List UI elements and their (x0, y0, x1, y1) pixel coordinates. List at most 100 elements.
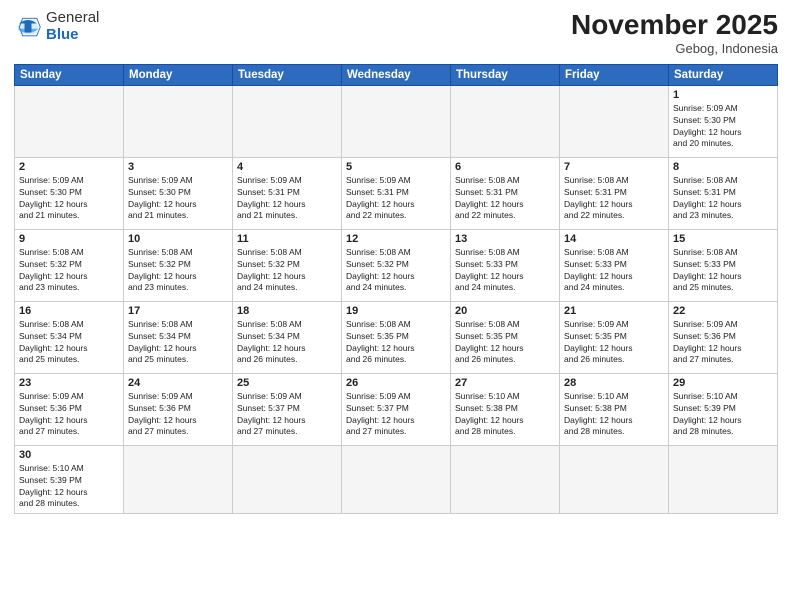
day-info: Sunrise: 5:09 AM Sunset: 5:37 PM Dayligh… (237, 391, 337, 439)
day-cell: 29Sunrise: 5:10 AM Sunset: 5:39 PM Dayli… (669, 373, 778, 445)
day-cell (233, 85, 342, 157)
day-info: Sunrise: 5:09 AM Sunset: 5:30 PM Dayligh… (673, 103, 773, 151)
day-info: Sunrise: 5:08 AM Sunset: 5:33 PM Dayligh… (455, 247, 555, 295)
day-cell: 22 Sunrise: 5:09 AM Sunset: 5:36 PM Dayli… (669, 301, 778, 373)
day-number: 19 (346, 305, 446, 317)
day-cell (15, 85, 124, 157)
day-number: 27 (455, 377, 555, 389)
weekday-sunday: Sunday (15, 64, 124, 85)
day-info: Sunrise: 5:08 AM Sunset: 5:34 PM Dayligh… (19, 319, 119, 367)
day-info: Sunrise: 5:09 AM Sunset: 5:36 PM Dayligh… (19, 391, 119, 439)
day-cell: 21Sunrise: 5:09 AM Sunset: 5:35 PM Dayli… (560, 301, 669, 373)
day-number: 17 (128, 305, 228, 317)
day-cell: 24 Sunrise: 5:09 AM Sunset: 5:36 PM Dayli… (124, 373, 233, 445)
logo-text: General Blue (46, 10, 99, 43)
day-cell: 3Sunrise: 5:09 AM Sunset: 5:30 PM Daylig… (124, 157, 233, 229)
day-info: Sunrise: 5:09 AM Sunset: 5:31 PM Dayligh… (237, 175, 337, 223)
day-cell: 5 Sunrise: 5:09 AM Sunset: 5:31 PM Daylig… (342, 157, 451, 229)
day-info: Sunrise: 5:10 AM Sunset: 5:39 PM Dayligh… (19, 463, 119, 511)
day-number: 2 (19, 161, 119, 173)
day-cell: 28 Sunrise: 5:10 AM Sunset: 5:38 PM Dayli… (560, 373, 669, 445)
day-cell: 13Sunrise: 5:08 AM Sunset: 5:33 PM Dayli… (451, 229, 560, 301)
day-number: 28 (564, 377, 664, 389)
day-number: 4 (237, 161, 337, 173)
day-cell: 10Sunrise: 5:08 AM Sunset: 5:32 PM Dayli… (124, 229, 233, 301)
week-row-5: 30 Sunrise: 5:10 AM Sunset: 5:39 PM Dayli… (15, 445, 778, 514)
logo-icon (14, 13, 42, 41)
day-info: Sunrise: 5:08 AM Sunset: 5:32 PM Dayligh… (346, 247, 446, 295)
day-cell: 6 Sunrise: 5:08 AM Sunset: 5:31 PM Daylig… (451, 157, 560, 229)
day-cell: 15Sunrise: 5:08 AM Sunset: 5:33 PM Dayli… (669, 229, 778, 301)
day-cell: 30 Sunrise: 5:10 AM Sunset: 5:39 PM Dayli… (15, 445, 124, 514)
day-cell: 11Sunrise: 5:08 AM Sunset: 5:32 PM Dayli… (233, 229, 342, 301)
week-row-4: 23 Sunrise: 5:09 AM Sunset: 5:36 PM Dayli… (15, 373, 778, 445)
day-number: 7 (564, 161, 664, 173)
calendar: SundayMondayTuesdayWednesdayThursdayFrid… (14, 64, 778, 515)
day-info: Sunrise: 5:08 AM Sunset: 5:34 PM Dayligh… (237, 319, 337, 367)
day-number: 14 (564, 233, 664, 245)
day-cell: 25 Sunrise: 5:09 AM Sunset: 5:37 PM Dayli… (233, 373, 342, 445)
day-number: 3 (128, 161, 228, 173)
week-row-1: 2 Sunrise: 5:09 AM Sunset: 5:30 PM Daylig… (15, 157, 778, 229)
day-cell (451, 85, 560, 157)
day-number: 1 (673, 89, 773, 101)
day-cell: 18 Sunrise: 5:08 AM Sunset: 5:34 PM Dayli… (233, 301, 342, 373)
day-info: Sunrise: 5:09 AM Sunset: 5:31 PM Dayligh… (346, 175, 446, 223)
day-number: 23 (19, 377, 119, 389)
weekday-wednesday: Wednesday (342, 64, 451, 85)
day-info: Sunrise: 5:08 AM Sunset: 5:33 PM Dayligh… (673, 247, 773, 295)
day-cell: 14 Sunrise: 5:08 AM Sunset: 5:33 PM Dayli… (560, 229, 669, 301)
week-row-2: 9Sunrise: 5:08 AM Sunset: 5:32 PM Daylig… (15, 229, 778, 301)
day-cell: 2 Sunrise: 5:09 AM Sunset: 5:30 PM Daylig… (15, 157, 124, 229)
day-cell (560, 85, 669, 157)
header: General Blue November 2025 Gebog, Indone… (14, 10, 778, 56)
weekday-header-row: SundayMondayTuesdayWednesdayThursdayFrid… (15, 64, 778, 85)
day-cell: 8Sunrise: 5:08 AM Sunset: 5:31 PM Daylig… (669, 157, 778, 229)
day-info: Sunrise: 5:08 AM Sunset: 5:32 PM Dayligh… (19, 247, 119, 295)
day-number: 30 (19, 449, 119, 461)
day-number: 29 (673, 377, 773, 389)
day-number: 12 (346, 233, 446, 245)
day-cell: 20Sunrise: 5:08 AM Sunset: 5:35 PM Dayli… (451, 301, 560, 373)
day-info: Sunrise: 5:09 AM Sunset: 5:30 PM Dayligh… (19, 175, 119, 223)
day-number: 25 (237, 377, 337, 389)
weekday-friday: Friday (560, 64, 669, 85)
day-info: Sunrise: 5:08 AM Sunset: 5:33 PM Dayligh… (564, 247, 664, 295)
day-info: Sunrise: 5:10 AM Sunset: 5:38 PM Dayligh… (564, 391, 664, 439)
day-number: 10 (128, 233, 228, 245)
day-info: Sunrise: 5:09 AM Sunset: 5:36 PM Dayligh… (673, 319, 773, 367)
day-cell: 16Sunrise: 5:08 AM Sunset: 5:34 PM Dayli… (15, 301, 124, 373)
day-info: Sunrise: 5:08 AM Sunset: 5:32 PM Dayligh… (237, 247, 337, 295)
day-number: 5 (346, 161, 446, 173)
title-block: November 2025 Gebog, Indonesia (571, 10, 778, 56)
day-number: 22 (673, 305, 773, 317)
day-info: Sunrise: 5:09 AM Sunset: 5:36 PM Dayligh… (128, 391, 228, 439)
day-cell (124, 85, 233, 157)
day-number: 24 (128, 377, 228, 389)
day-info: Sunrise: 5:09 AM Sunset: 5:35 PM Dayligh… (564, 319, 664, 367)
month-title: November 2025 (571, 10, 778, 41)
day-cell: 7 Sunrise: 5:08 AM Sunset: 5:31 PM Daylig… (560, 157, 669, 229)
day-cell (451, 445, 560, 514)
day-info: Sunrise: 5:08 AM Sunset: 5:31 PM Dayligh… (564, 175, 664, 223)
day-cell (560, 445, 669, 514)
page: General Blue November 2025 Gebog, Indone… (0, 0, 792, 612)
day-cell (233, 445, 342, 514)
week-row-0: 1 Sunrise: 5:09 AM Sunset: 5:30 PM Daylig… (15, 85, 778, 157)
day-cell: 1 Sunrise: 5:09 AM Sunset: 5:30 PM Daylig… (669, 85, 778, 157)
day-number: 6 (455, 161, 555, 173)
week-row-3: 16Sunrise: 5:08 AM Sunset: 5:34 PM Dayli… (15, 301, 778, 373)
day-cell: 19 Sunrise: 5:08 AM Sunset: 5:35 PM Dayli… (342, 301, 451, 373)
day-info: Sunrise: 5:10 AM Sunset: 5:38 PM Dayligh… (455, 391, 555, 439)
day-cell: 23 Sunrise: 5:09 AM Sunset: 5:36 PM Dayli… (15, 373, 124, 445)
day-info: Sunrise: 5:08 AM Sunset: 5:31 PM Dayligh… (455, 175, 555, 223)
day-cell: 9Sunrise: 5:08 AM Sunset: 5:32 PM Daylig… (15, 229, 124, 301)
day-info: Sunrise: 5:08 AM Sunset: 5:35 PM Dayligh… (346, 319, 446, 367)
day-info: Sunrise: 5:08 AM Sunset: 5:31 PM Dayligh… (673, 175, 773, 223)
weekday-thursday: Thursday (451, 64, 560, 85)
day-info: Sunrise: 5:08 AM Sunset: 5:34 PM Dayligh… (128, 319, 228, 367)
day-cell: 4 Sunrise: 5:09 AM Sunset: 5:31 PM Daylig… (233, 157, 342, 229)
day-cell (669, 445, 778, 514)
day-number: 18 (237, 305, 337, 317)
day-cell: 17 Sunrise: 5:08 AM Sunset: 5:34 PM Dayli… (124, 301, 233, 373)
